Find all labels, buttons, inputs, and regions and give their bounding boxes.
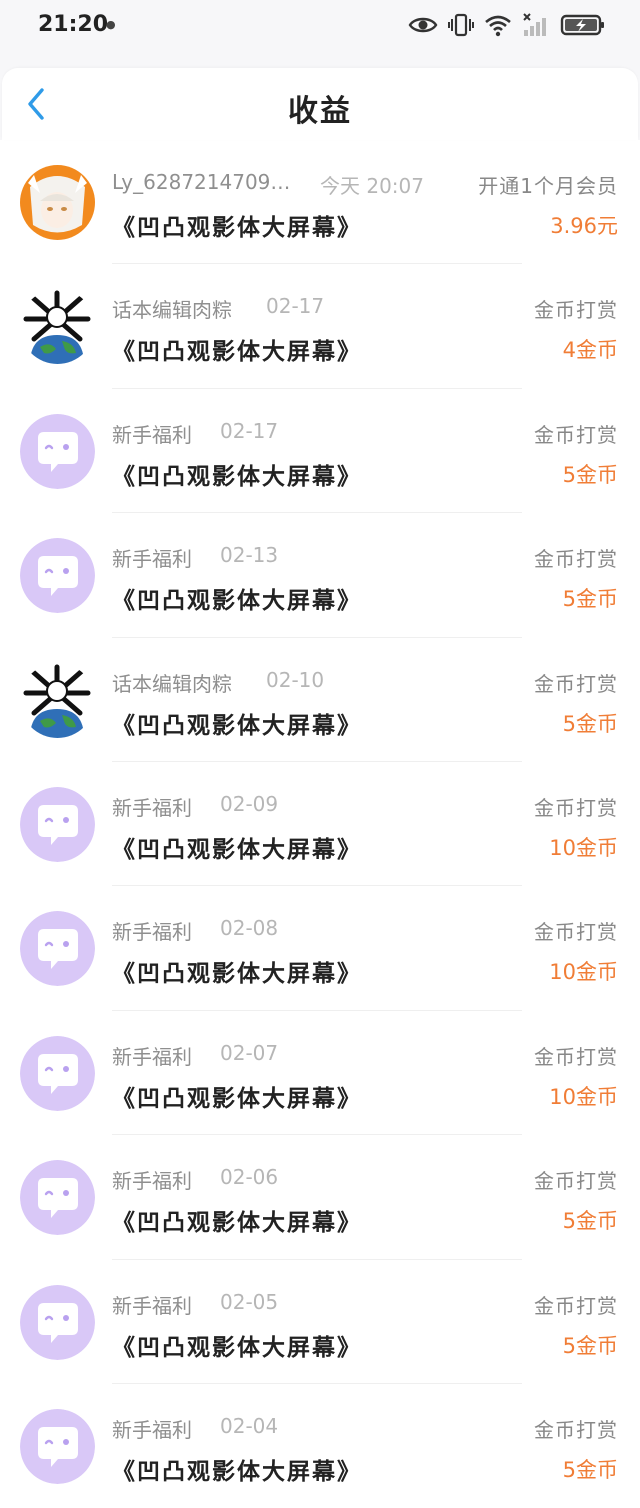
record-type: 金币打赏 [534,422,618,447]
record-date: 02-06 [220,1165,279,1190]
status-bar: 21:20 ● [0,0,640,52]
record-type: 金币打赏 [534,547,618,572]
earning-row[interactable]: 话本编辑肉粽 02-10 金币打赏 《凹凸观影体大屏幕》 5金币 [0,638,640,762]
work-title: 《凹凸观影体大屏幕》 [112,1458,362,1485]
work-title: 《凹凸观影体大屏幕》 [112,588,362,615]
record-date: 02-07 [220,1040,279,1065]
record-date: 02-05 [220,1289,279,1314]
user-avatar[interactable] [20,538,95,614]
record-amount: 5金币 [562,587,618,612]
record-amount: 5金币 [562,1209,618,1234]
notification-icon: ● [106,18,116,31]
record-amount: 5金币 [562,711,618,736]
earning-row[interactable]: 新手福利 02-08 金币打赏 《凹凸观影体大屏幕》 10金币 [0,886,640,1011]
earning-row[interactable]: 新手福利 02-13 金币打赏 《凹凸观影体大屏幕》 5金币 [0,513,640,638]
work-title: 《凹凸观影体大屏幕》 [112,712,362,739]
earning-row[interactable]: 新手福利 02-04 金币打赏 《凹凸观影体大屏幕》 5金币 [0,1384,640,1508]
sender-name: 新手福利 [112,547,192,572]
work-title: 《凹凸观影体大屏幕》 [112,1334,362,1361]
chat-bubble-avatar-icon [20,911,95,987]
work-title: 《凹凸观影体大屏幕》 [112,215,362,241]
chat-bubble-avatar-icon [20,1284,95,1360]
user-avatar[interactable] [20,662,95,738]
record-type: 金币打赏 [534,1044,618,1069]
sender-name: 新手福利 [112,1169,192,1194]
user-avatar[interactable] [20,1035,95,1111]
sender-name: 新手福利 [112,422,192,447]
earth-avatar-icon [20,662,95,738]
record-amount: 3.96元 [550,214,618,238]
eye-icon [408,17,438,33]
chat-bubble-avatar-icon [20,538,95,614]
user-avatar[interactable] [20,911,95,987]
sender-name: 新手福利 [112,1044,192,1069]
user-avatar[interactable] [20,165,95,240]
user-avatar[interactable] [20,1408,95,1484]
record-date: 02-10 [266,667,325,692]
status-time: 21:20 [38,12,109,37]
sender-name: 新手福利 [112,920,192,945]
sender-name: 话本编辑肉粽 [112,671,232,696]
record-amount: 5金币 [562,462,618,487]
earning-row[interactable]: 新手福利 02-17 金币打赏 《凹凸观影体大屏幕》 5金币 [0,389,640,514]
record-amount: 5金币 [562,1333,618,1358]
sender-name: 新手福利 [112,1293,192,1318]
earning-row[interactable]: 新手福利 02-05 金币打赏 《凹凸观影体大屏幕》 5金币 [0,1260,640,1384]
earning-row[interactable]: 话本编辑肉粽 02-17 金币打赏 《凹凸观影体大屏幕》 4金币 [0,264,640,389]
user-avatar[interactable] [20,1160,95,1236]
record-type: 金币打赏 [534,1417,618,1442]
anime-avatar-icon [20,165,95,240]
record-type: 金币打赏 [534,1169,618,1194]
vibrate-icon [448,13,474,37]
record-type: 金币打赏 [534,671,618,696]
earning-row[interactable]: 新手福利 02-09 金币打赏 《凹凸观影体大屏幕》 10金币 [0,762,640,887]
work-title: 《凹凸观影体大屏幕》 [112,836,362,863]
signal-icon [523,13,546,36]
record-date: 02-17 [266,294,325,319]
record-type: 金币打赏 [534,795,618,820]
record-date: 02-09 [220,791,279,816]
earning-row[interactable]: 新手福利 02-06 金币打赏 《凹凸观影体大屏幕》 5金币 [0,1135,640,1260]
user-avatar[interactable] [20,413,95,489]
chat-bubble-avatar-icon [20,1160,95,1236]
work-title: 《凹凸观影体大屏幕》 [112,961,362,988]
record-amount: 5金币 [562,1457,618,1482]
sender-name: 新手福利 [112,795,192,820]
earnings-list: Ly_6287214709… 今天 20:07 开通1个月会员 《凹凸观影体大屏… [0,140,640,1508]
chat-bubble-avatar-icon [20,786,95,862]
sender-name: 新手福利 [112,1417,192,1442]
record-type: 金币打赏 [534,1293,618,1318]
chat-bubble-avatar-icon [20,413,95,489]
sender-name: 话本编辑肉粽 [112,298,232,323]
wifi-icon [485,15,511,37]
record-amount: 10金币 [549,1084,618,1109]
record-type: 金币打赏 [534,298,618,323]
record-amount: 10金币 [549,960,618,985]
user-avatar[interactable] [20,786,95,862]
work-title: 《凹凸观影体大屏幕》 [112,463,362,490]
work-title: 《凹凸观影体大屏幕》 [112,1085,362,1112]
user-avatar[interactable] [20,289,95,365]
page-title: 收益 [288,94,352,129]
work-title: 《凹凸观影体大屏幕》 [112,1210,362,1237]
earning-row[interactable]: Ly_6287214709… 今天 20:07 开通1个月会员 《凹凸观影体大屏… [0,140,640,265]
chat-bubble-avatar-icon [20,1408,95,1484]
record-date: 今天 20:07 [320,174,424,198]
record-type: 金币打赏 [534,920,618,945]
earning-row[interactable]: 新手福利 02-07 金币打赏 《凹凸观影体大屏幕》 10金币 [0,1011,640,1136]
record-date: 02-08 [220,916,279,941]
record-amount: 4金币 [562,338,618,363]
user-avatar[interactable] [20,1284,95,1360]
sender-name: Ly_6287214709… [112,170,291,194]
work-title: 《凹凸观影体大屏幕》 [112,339,362,366]
chat-bubble-avatar-icon [20,1035,95,1111]
earth-avatar-icon [20,289,95,365]
record-date: 02-13 [220,543,279,568]
record-amount: 10金币 [549,835,618,860]
record-date: 02-17 [220,418,279,443]
record-type: 开通1个月会员 [478,174,618,198]
battery-charging-icon [560,14,604,36]
record-date: 02-04 [220,1413,279,1438]
